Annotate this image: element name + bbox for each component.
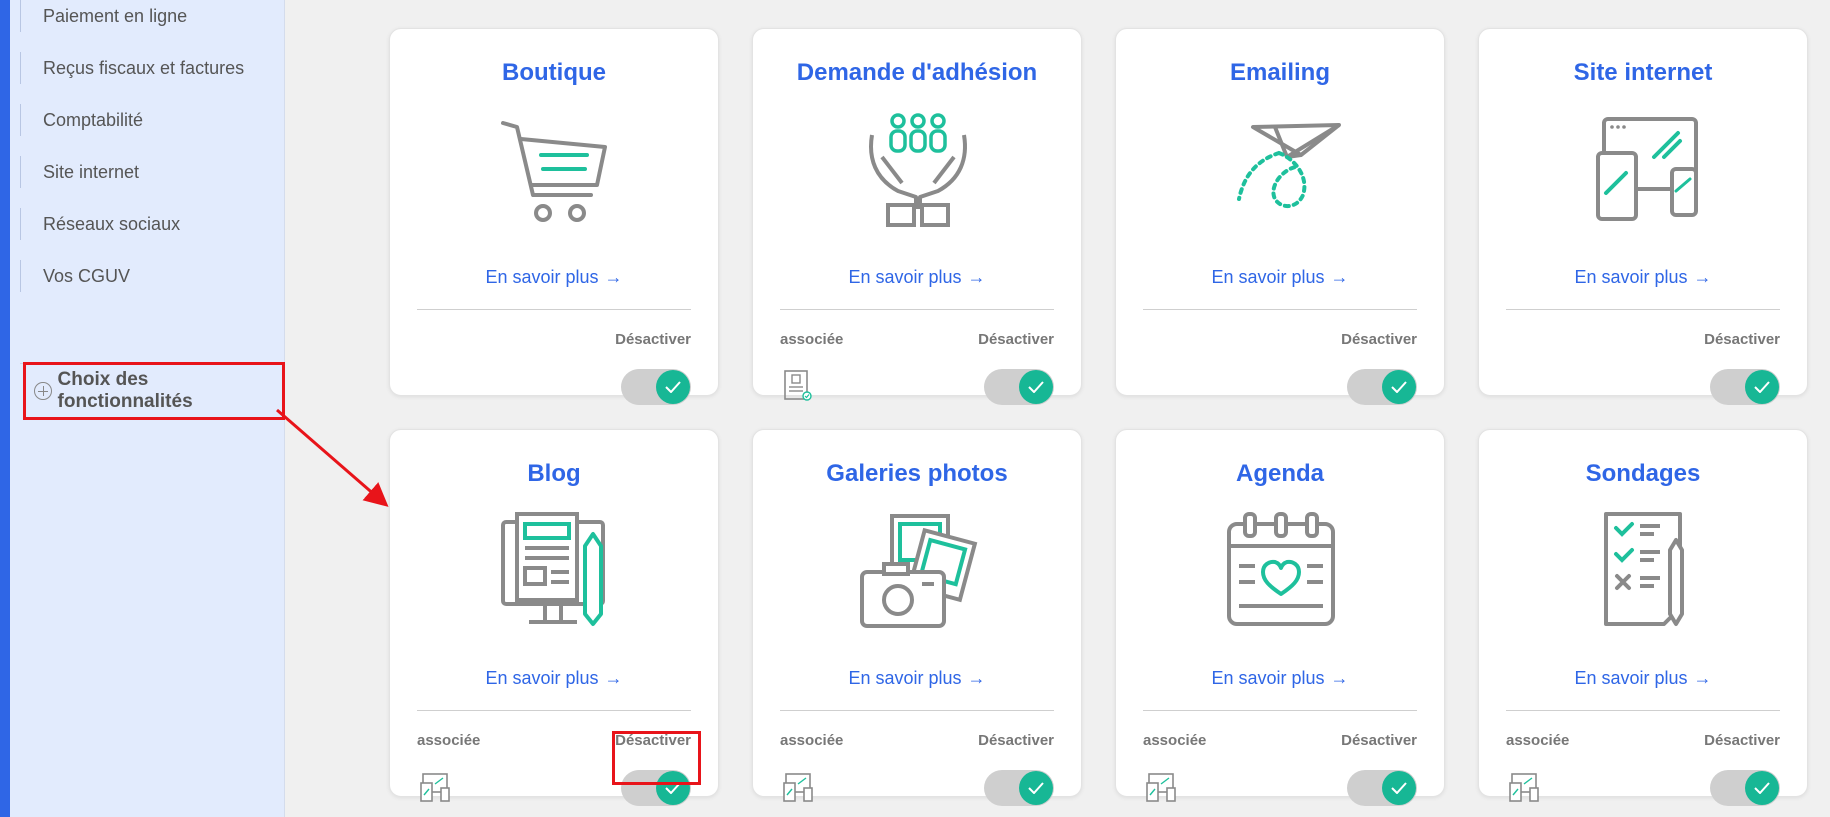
learn-more-link[interactable]: En savoir plus →	[1479, 267, 1807, 288]
deactivate-label: Désactiver	[978, 331, 1054, 348]
card-title: Sondages	[1585, 460, 1701, 487]
card-divider	[417, 309, 691, 310]
check-icon	[665, 381, 681, 393]
check-icon	[1754, 782, 1770, 794]
card-title: Boutique	[502, 59, 606, 86]
arrow-right-icon: →	[967, 267, 986, 287]
shopping-cart-icon	[501, 121, 607, 222]
learn-more-link[interactable]: En savoir plus →	[390, 267, 718, 288]
plus-circle-icon	[34, 382, 52, 400]
feature-card-site-internet: Site internet En savoir plus → Désactiver	[1478, 28, 1808, 405]
card-divider	[1143, 710, 1417, 711]
check-icon	[1028, 782, 1044, 794]
associated-label: associée	[1143, 732, 1207, 749]
learn-more-link[interactable]: En savoir plus →	[753, 668, 1081, 689]
feature-toggle[interactable]	[1710, 369, 1780, 405]
devices-icon	[420, 773, 450, 802]
feature-toggle[interactable]	[621, 369, 691, 405]
feature-card-galeries-photos: Galeries photos En savoir plus → associée…	[752, 429, 1082, 806]
survey-icon	[1604, 512, 1684, 626]
sidebar-item-label: Choix des fonctionnalités	[57, 369, 193, 412]
deactivate-label: Désactiver	[1704, 331, 1780, 348]
deactivate-label: Désactiver	[615, 331, 691, 348]
card-divider	[1143, 309, 1417, 310]
card-title: Blog	[527, 460, 581, 487]
card-divider	[1506, 309, 1780, 310]
feature-card-blog: Blog En savoir plus → associée Désactiver	[389, 429, 719, 806]
associated-label: associée	[1506, 732, 1570, 749]
sidebar-item-recus-fiscaux[interactable]: Reçus fiscaux et factures	[20, 52, 244, 84]
sidebar-item-reseaux-sociaux[interactable]: Réseaux sociaux	[20, 208, 180, 240]
check-icon	[665, 782, 681, 794]
learn-more-link[interactable]: En savoir plus →	[1116, 267, 1444, 288]
feature-card-emailing: Emailing En savoir plus → Désactiver	[1115, 28, 1445, 405]
devices-icon	[1146, 773, 1176, 802]
card-title: Demande d'adhésion	[796, 59, 1038, 86]
deactivate-label: Désactiver	[1341, 331, 1417, 348]
sidebar-item-paiement-en-ligne[interactable]: Paiement en ligne	[20, 0, 187, 32]
learn-more-link[interactable]: En savoir plus →	[1479, 668, 1807, 689]
feature-toggle[interactable]	[1347, 369, 1417, 405]
blog-icon	[501, 512, 605, 626]
learn-more-link[interactable]: En savoir plus →	[1116, 668, 1444, 689]
feature-toggle[interactable]	[984, 770, 1054, 806]
sidebar-item-comptabilite[interactable]: Comptabilité	[20, 104, 143, 136]
card-title: Site internet	[1573, 59, 1713, 86]
check-icon	[1391, 782, 1407, 794]
feature-card-boutique: Boutique En savoir plus → Désactiver	[389, 28, 719, 405]
check-icon	[1028, 381, 1044, 393]
photo-gallery-icon	[860, 514, 978, 628]
arrow-right-icon: →	[604, 668, 623, 688]
associated-label: associée	[780, 331, 844, 348]
calendar-icon	[1227, 512, 1335, 626]
arrow-right-icon: →	[604, 267, 623, 287]
associated-label: associée	[780, 732, 844, 749]
deactivate-label: Désactiver	[1704, 732, 1780, 749]
feature-toggle[interactable]	[1710, 770, 1780, 806]
card-title: Galeries photos	[826, 460, 1008, 487]
sidebar-item-cguv[interactable]: Vos CGUV	[20, 260, 130, 292]
sidebar-item-site-internet[interactable]: Site internet	[20, 156, 139, 188]
arrow-right-icon: →	[1693, 668, 1712, 688]
card-divider	[780, 309, 1054, 310]
card-title: Emailing	[1229, 59, 1331, 86]
check-icon	[1391, 381, 1407, 393]
devices-icon	[1596, 117, 1698, 221]
arrow-right-icon: →	[1330, 267, 1349, 287]
check-icon	[1754, 381, 1770, 393]
deactivate-label: Désactiver	[1341, 732, 1417, 749]
card-divider	[1506, 710, 1780, 711]
feature-toggle[interactable]	[1347, 770, 1417, 806]
sidebar-accent-bar	[0, 0, 10, 817]
paper-plane-icon	[1237, 123, 1341, 208]
devices-icon	[1509, 773, 1539, 802]
devices-icon	[783, 773, 813, 802]
membership-hands-icon	[869, 113, 967, 227]
feature-card-sondages: Sondages En savoir plus → associée Désact…	[1478, 429, 1808, 806]
deactivate-label: Désactiver	[615, 732, 691, 749]
learn-more-link[interactable]: En savoir plus →	[390, 668, 718, 689]
learn-more-link[interactable]: En savoir plus →	[753, 267, 1081, 288]
card-divider	[780, 710, 1054, 711]
sidebar-item-choix-fonctionnalites[interactable]: Choix des fonctionnalités	[23, 362, 285, 420]
feature-toggle[interactable]	[621, 770, 691, 806]
arrow-right-icon: →	[967, 668, 986, 688]
membership-form-icon	[784, 370, 812, 401]
arrow-right-icon: →	[1330, 668, 1349, 688]
feature-card-agenda: Agenda En savoir plus → associée Désactiv…	[1115, 429, 1445, 806]
card-title: Agenda	[1235, 460, 1324, 487]
feature-card-demande-adhesion: Demande d'adhésion En savoir plus → assoc…	[752, 28, 1082, 405]
deactivate-label: Désactiver	[978, 732, 1054, 749]
associated-label: associée	[417, 732, 481, 749]
arrow-right-icon: →	[1693, 267, 1712, 287]
feature-toggle[interactable]	[984, 369, 1054, 405]
card-divider	[417, 710, 691, 711]
sidebar: Paiement en ligne Reçus fiscaux et factu…	[10, 0, 285, 817]
